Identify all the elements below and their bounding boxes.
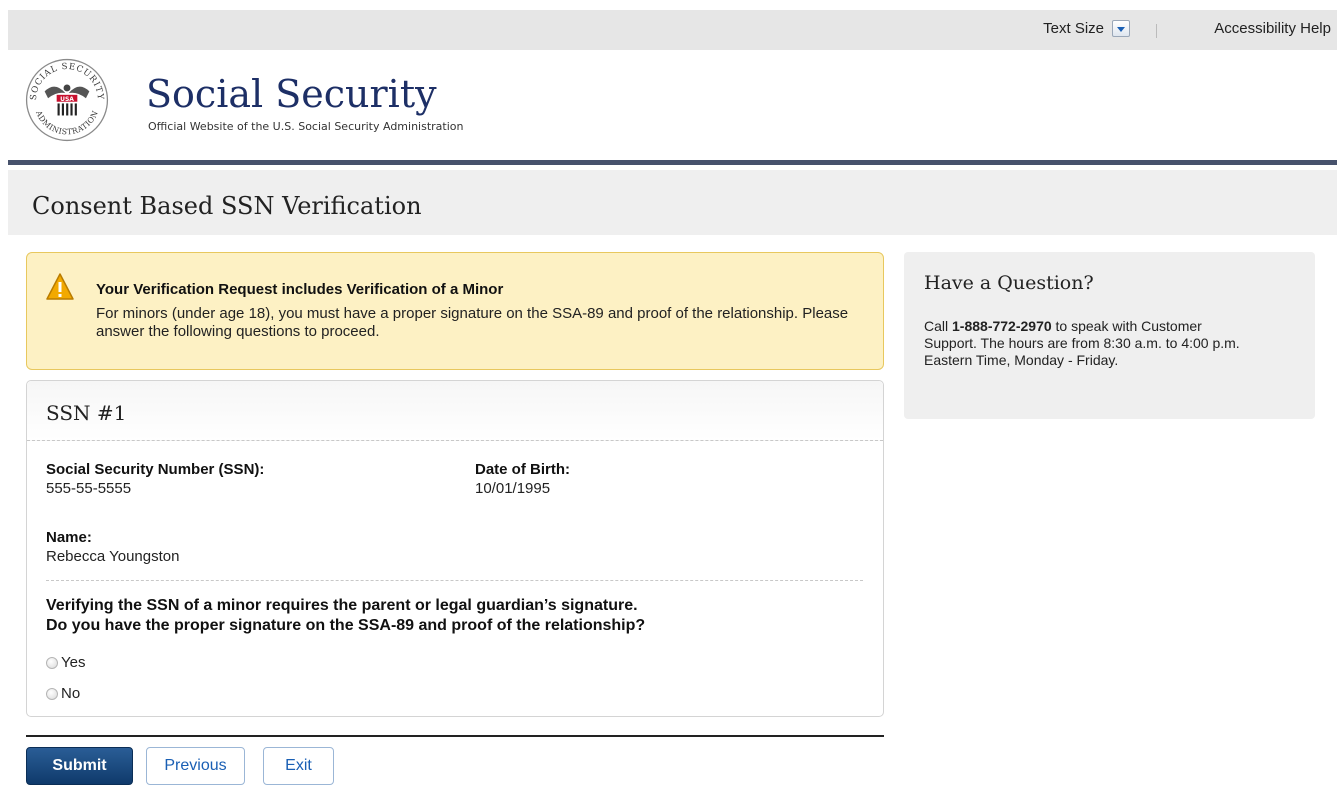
radio-option-yes[interactable]: Yes bbox=[46, 654, 85, 671]
text-size-label: Text Size bbox=[1043, 20, 1104, 37]
sidebar-text-before: Call bbox=[924, 318, 953, 334]
radio-label-no: No bbox=[61, 685, 81, 702]
name-value: Rebecca Youngston bbox=[46, 548, 180, 565]
exit-button[interactable]: Exit bbox=[263, 747, 334, 785]
utility-bar: Text Size Accessibility Help bbox=[8, 10, 1337, 50]
panel-heading: SSN #1 bbox=[46, 401, 127, 425]
warning-icon bbox=[46, 273, 74, 300]
page-title-band: Consent Based SSN Verification bbox=[8, 170, 1337, 235]
svg-text:USA: USA bbox=[60, 96, 74, 103]
alert-text: For minors (under age 18), you must have… bbox=[96, 305, 849, 340]
question-line-1: Verifying the SSN of a minor requires th… bbox=[46, 597, 638, 614]
sidebar-heading: Have a Question? bbox=[924, 272, 1094, 294]
ssn-value: 555-55-5555 bbox=[46, 480, 132, 497]
actions-divider bbox=[26, 735, 884, 737]
divider bbox=[1156, 24, 1157, 38]
site-header: SOCIAL SECURITY ADMINISTRATION USA Socia… bbox=[8, 50, 1337, 165]
dob-label: Date of Birth: bbox=[475, 461, 570, 478]
panel-header: SSN #1 bbox=[27, 381, 883, 441]
radio-option-no[interactable]: No bbox=[46, 685, 80, 702]
radio-button-yes[interactable] bbox=[46, 656, 58, 669]
help-sidebar: Have a Question? Call 1-888-772-2970 to … bbox=[904, 252, 1315, 419]
site-subtitle: Official Website of the U.S. Social Secu… bbox=[148, 120, 464, 133]
site-title[interactable]: Social Security bbox=[146, 72, 437, 116]
accessibility-help-link[interactable]: Accessibility Help bbox=[1214, 20, 1331, 37]
ssn-label: Social Security Number (SSN): bbox=[46, 461, 265, 478]
alert-title: Your Verification Request includes Verif… bbox=[96, 281, 504, 298]
name-label: Name: bbox=[46, 529, 92, 546]
page-title: Consent Based SSN Verification bbox=[32, 192, 422, 220]
question-line-2: Do you have the proper signature on the … bbox=[46, 617, 646, 634]
previous-button[interactable]: Previous bbox=[146, 747, 245, 785]
chevron-down-icon[interactable] bbox=[1112, 20, 1130, 37]
sidebar-text: Call 1-888-772-2970 to speak with Custom… bbox=[924, 318, 1254, 369]
dob-value: 10/01/1995 bbox=[475, 480, 551, 497]
minor-signature-question: Verifying the SSN of a minor requires th… bbox=[46, 596, 866, 636]
divider bbox=[46, 580, 863, 581]
minor-verification-alert: Your Verification Request includes Verif… bbox=[26, 252, 884, 370]
submit-button[interactable]: Submit bbox=[26, 747, 133, 785]
radio-button-no[interactable] bbox=[46, 687, 58, 700]
radio-label-yes: Yes bbox=[61, 654, 86, 671]
ssn-panel: SSN #1 Social Security Number (SSN): 555… bbox=[26, 380, 884, 717]
ssa-seal-logo[interactable]: SOCIAL SECURITY ADMINISTRATION USA bbox=[24, 57, 110, 143]
text-size-control[interactable]: Text Size bbox=[1043, 20, 1130, 37]
support-phone-number: 1-888-772-2970 bbox=[952, 318, 1052, 334]
